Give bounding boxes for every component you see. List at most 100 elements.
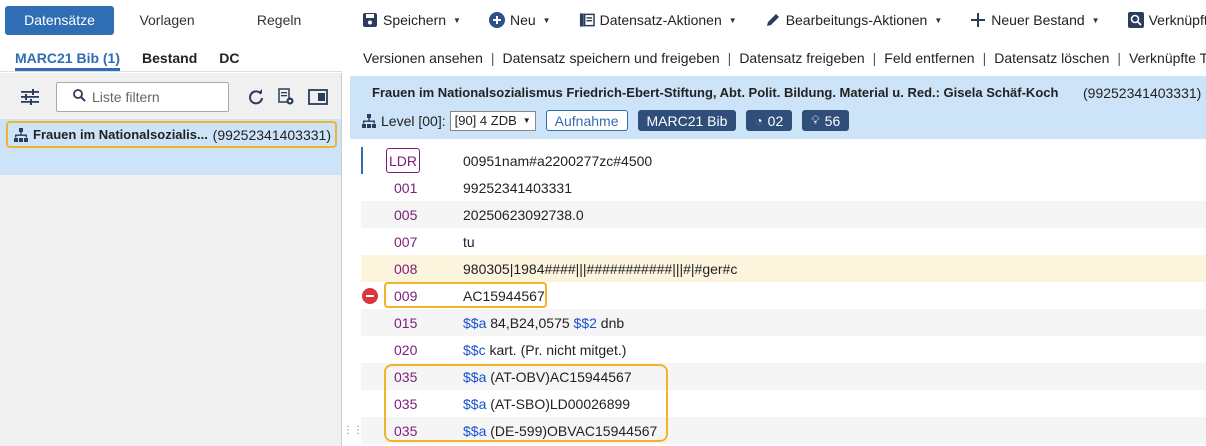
new-holding-button[interactable]: Neuer Bestand ▼ <box>970 12 1100 28</box>
new-label: Neu <box>509 12 536 28</box>
field-value[interactable]: 20250623092738.0 <box>463 207 584 223</box>
badge-gauge-value: 02 <box>767 112 784 129</box>
chevron-down-icon: ▼ <box>453 15 461 25</box>
field-row-005[interactable]: 005 20250623092738.0 <box>361 201 1206 228</box>
filter-placeholder: Liste filtern <box>92 89 160 105</box>
highlight-box-035 <box>384 364 668 442</box>
gauge-icon: ◔ <box>755 113 763 128</box>
field-tag: 015 <box>394 314 418 331</box>
plus-icon <box>970 12 986 28</box>
chevron-down-icon: ▼ <box>522 116 531 125</box>
chevron-down-icon: ▼ <box>542 15 551 25</box>
field-tag: 008 <box>394 260 418 277</box>
field-tag: 007 <box>394 233 418 250</box>
floppy-icon <box>362 12 378 28</box>
record-actions-button[interactable]: Datensatz-Aktionen ▼ <box>579 12 737 28</box>
record-header: Frauen im Nationalsozialismus Friedrich-… <box>350 76 1206 139</box>
separator: | <box>1117 49 1122 66</box>
list-item-title: Frauen im Nationalsozialis... <box>33 127 208 142</box>
top-tabs: Datensätze Vorlagen Regeln <box>0 0 342 40</box>
separator: | <box>727 49 732 66</box>
chevron-down-icon: ▼ <box>728 15 737 25</box>
record-list-panel: Liste filtern Frauen im Nationalsozialis… <box>0 73 342 446</box>
field-row-ldr[interactable]: LDR 00951nam#a2200277zc#4500 <box>361 147 1206 174</box>
badge-aufnahme[interactable]: Aufnahme <box>545 110 628 131</box>
separator: | <box>872 49 877 66</box>
level-select[interactable]: [90] 4 ZDB ▼ <box>449 110 536 131</box>
field-value[interactable]: $$c kart. (Pr. nicht mitget.) <box>463 342 626 358</box>
field-row-001[interactable]: 001 99252341403331 <box>361 174 1206 201</box>
tab-regeln[interactable]: Regeln <box>220 6 338 35</box>
refresh-icon[interactable] <box>246 87 266 107</box>
field-value[interactable]: 980305|1984####|||###########|||#|#ger#c <box>463 261 737 277</box>
subfield-code: $$c <box>463 341 486 358</box>
field-row-015[interactable]: 015 $$a 84,B24,0575 $$2 dnb <box>361 309 1206 336</box>
plus-circle-icon <box>488 12 505 28</box>
panel-toggle-icon[interactable] <box>308 87 328 107</box>
link-remove-field[interactable]: Feld entfernen <box>884 50 974 66</box>
field-value[interactable]: 99252341403331 <box>463 180 572 196</box>
pencil-icon <box>765 12 781 28</box>
field-row-008[interactable]: 008 980305|1984####|||###########|||#|#g… <box>361 255 1206 282</box>
tab-datensaetze[interactable]: Datensätze <box>5 5 114 35</box>
link-versions[interactable]: Versionen ansehen <box>363 50 483 66</box>
save-button[interactable]: Speichern ▼ <box>362 12 461 28</box>
linked-button[interactable]: Verknüpfte D <box>1127 12 1206 28</box>
new-holding-label: Neuer Bestand <box>991 12 1085 28</box>
badge-bulb-value: 56 <box>824 112 841 129</box>
level-value: [90] 4 ZDB <box>454 113 517 128</box>
link-delete-record[interactable]: Datensatz löschen <box>994 50 1109 66</box>
sub-tabs: MARC21 Bib (1) Bestand DC <box>0 40 342 72</box>
field-value[interactable]: 00951nam#a2200277zc#4500 <box>463 153 652 169</box>
record-actions-label: Datensatz-Aktionen <box>599 12 722 28</box>
sliders-icon[interactable] <box>20 87 40 107</box>
separator: | <box>490 49 495 66</box>
level-label: Level [00]: <box>381 112 446 129</box>
remove-error-icon[interactable] <box>362 288 378 304</box>
tab-vorlagen[interactable]: Vorlagen <box>118 6 216 35</box>
active-row-marker <box>361 147 363 174</box>
subfield-value: 84,B24,0575 <box>486 314 574 331</box>
record-id: (99252341403331) <box>1083 85 1202 101</box>
save-label: Speichern <box>383 12 447 28</box>
badge-marc21[interactable]: MARC21 Bib <box>637 110 737 131</box>
filter-input[interactable]: Liste filtern <box>56 82 229 112</box>
badge-bulb[interactable]: 💡︎ 56 <box>802 110 850 131</box>
splitter-handle-icon[interactable]: ⋮⋮ <box>343 425 363 436</box>
chevron-down-icon: ▼ <box>934 15 943 25</box>
subfield-code: $$2 <box>573 314 597 331</box>
field-row-007[interactable]: 007 tu <box>361 228 1206 255</box>
field-value[interactable]: $$a 84,B24,0575 $$2 dnb <box>463 315 624 331</box>
link-save-release[interactable]: Datensatz speichern und freigeben <box>503 50 720 66</box>
toolbar: Speichern ▼ Neu ▼ Datensatz-Aktionen ▼ B… <box>350 0 1206 40</box>
badge-gauge[interactable]: ◔ 02 <box>746 110 793 131</box>
ldr-tag[interactable]: LDR <box>386 148 420 173</box>
hierarchy-icon <box>14 127 28 142</box>
list-item-id: (99252341403331) <box>212 126 331 143</box>
subtab-marc21[interactable]: MARC21 Bib (1) <box>15 50 121 71</box>
subfield-code: $$a <box>463 314 487 331</box>
search-icon <box>73 89 86 105</box>
field-tag: 005 <box>394 206 418 223</box>
field-value[interactable]: tu <box>463 234 475 250</box>
badge-marc21-label: MARC21 Bib <box>646 112 728 129</box>
subtab-dc[interactable]: DC <box>219 50 239 71</box>
linked-label: Verknüpfte D <box>1148 12 1206 28</box>
badge-aufnahme-label: Aufnahme <box>554 112 619 129</box>
hierarchy-icon <box>362 113 376 128</box>
field-tag: 020 <box>394 341 418 358</box>
field-row-020[interactable]: 020 $$c kart. (Pr. nicht mitget.) <box>361 336 1206 363</box>
subtab-bestand[interactable]: Bestand <box>142 50 197 71</box>
link-release[interactable]: Datensatz freigeben <box>739 50 864 66</box>
list-item[interactable]: Frauen im Nationalsozialis... (992523414… <box>6 121 337 148</box>
link-linked-titles[interactable]: Verknüpfte Tite <box>1129 50 1206 66</box>
separator: | <box>982 49 987 66</box>
record-meta: Level [00]: [90] 4 ZDB ▼ Aufnahme MARC21… <box>362 110 850 131</box>
lightbulb-icon: 💡︎ <box>811 113 820 127</box>
edit-actions-button[interactable]: Bearbeitungs-Aktionen ▼ <box>765 12 943 28</box>
record-icon <box>579 12 595 28</box>
search-box-icon <box>1127 12 1144 28</box>
document-settings-icon[interactable] <box>276 87 296 107</box>
record-title: Frauen im Nationalsozialismus Friedrich-… <box>372 85 1059 100</box>
new-button[interactable]: Neu ▼ <box>488 12 551 28</box>
